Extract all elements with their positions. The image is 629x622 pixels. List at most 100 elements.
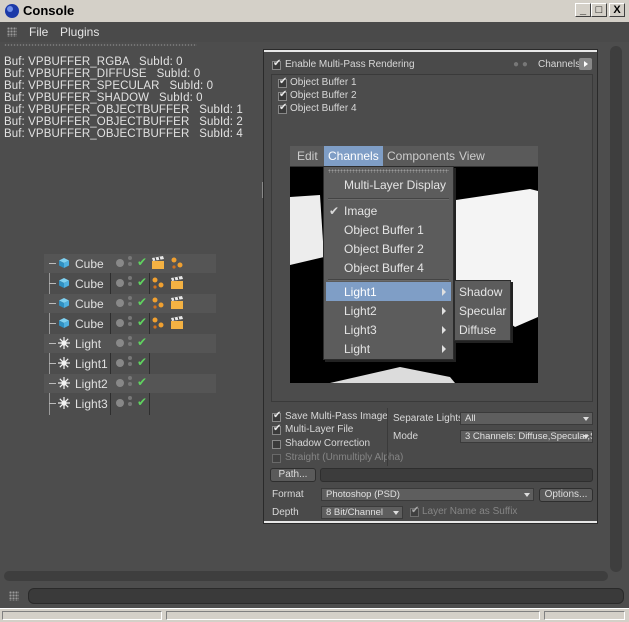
depth-select[interactable]: 8 Bit/Channel [321, 506, 403, 519]
enabled-check-icon[interactable]: ✔ [137, 355, 147, 369]
object-name[interactable]: Light3 [75, 397, 108, 411]
object-name[interactable]: Light [75, 337, 101, 351]
separate-lights-label: Separate Lights [393, 413, 464, 424]
path-button[interactable]: Path... [270, 468, 316, 482]
enabled-check-icon[interactable]: ✔ [137, 255, 147, 269]
channel-item[interactable]: Object Buffer 4 [290, 103, 357, 114]
format-select[interactable]: Photoshop (PSD) [321, 488, 534, 501]
menu-separator [328, 279, 449, 281]
channel-checkbox[interactable] [278, 89, 287, 101]
close-button[interactable]: X [609, 3, 625, 17]
menu-item-light[interactable]: Light [344, 342, 370, 356]
layer-color-dot[interactable] [116, 339, 124, 347]
horizontal-scrollbar[interactable] [4, 571, 608, 581]
menu-item-light1[interactable]: Light1 [344, 285, 377, 299]
vertical-scrollbar[interactable] [610, 46, 622, 572]
visibility-dots[interactable] [128, 256, 132, 270]
straight-alpha-checkbox[interactable] [272, 454, 281, 463]
object-name[interactable]: Light2 [75, 377, 108, 391]
object-name[interactable]: Cube [75, 297, 104, 311]
enabled-check-icon[interactable]: ✔ [137, 295, 147, 309]
material-tag-icon[interactable] [170, 256, 184, 270]
material-tag-icon[interactable] [151, 296, 165, 310]
submenu-item-specular[interactable]: Specular [459, 304, 506, 318]
clapper-tag-icon[interactable] [151, 256, 165, 270]
channel-checkbox[interactable] [278, 102, 287, 114]
object-manager-tree: Cube ✔ Cube ✔ Cube ✔ Cube ✔ Light ✔ Light1 ✔ Light2 ✔… [44, 254, 216, 415]
object-name[interactable]: Cube [75, 257, 104, 271]
enabled-check-icon[interactable]: ✔ [137, 315, 147, 329]
log-line: Buf: VPBUFFER_SHADOW SubId: 0 [4, 92, 203, 104]
visibility-dots[interactable] [128, 296, 132, 310]
visibility-dots[interactable] [128, 316, 132, 330]
menu-plugins[interactable]: Plugins [60, 25, 99, 39]
layer-color-dot[interactable] [116, 399, 124, 407]
options-button[interactable]: Options... [539, 488, 593, 502]
menu-item-light3[interactable]: Light3 [344, 323, 377, 337]
viewer-menu-view[interactable]: View [459, 149, 485, 163]
viewer-menu-components[interactable]: Components [387, 149, 455, 163]
clapper-tag-icon[interactable] [170, 316, 184, 330]
path-field[interactable] [320, 468, 593, 482]
object-row[interactable]: Cube ✔ [44, 314, 216, 333]
channels-menu-button[interactable] [579, 58, 592, 70]
object-row[interactable]: Cube ✔ [44, 294, 216, 313]
clapper-tag-icon[interactable] [170, 276, 184, 290]
object-row[interactable]: Cube ✔ [44, 274, 216, 293]
clapper-tag-icon[interactable] [170, 296, 184, 310]
save-multipass-checkbox[interactable] [272, 410, 281, 422]
menu-item-object-buffer-1[interactable]: Object Buffer 1 [344, 223, 424, 237]
object-name[interactable]: Cube [75, 277, 104, 291]
grip-icon[interactable] [7, 27, 17, 37]
channel-item[interactable]: Object Buffer 1 [290, 77, 357, 88]
menu-item-light2[interactable]: Light2 [344, 304, 377, 318]
layer-color-dot[interactable] [116, 319, 124, 327]
menu-file[interactable]: File [29, 25, 48, 39]
object-row[interactable]: Light3 ✔ [44, 394, 216, 413]
minimize-button[interactable]: _ [575, 3, 591, 17]
layer-color-dot[interactable] [116, 299, 124, 307]
object-row[interactable]: Cube ✔ [44, 254, 216, 273]
channel-checkbox[interactable] [278, 76, 287, 88]
material-tag-icon[interactable] [151, 276, 165, 290]
separate-lights-select[interactable]: All [460, 412, 593, 425]
object-row[interactable]: Light2 ✔ [44, 374, 216, 393]
viewer-menu-edit[interactable]: Edit [297, 149, 318, 163]
enabled-check-icon[interactable]: ✔ [137, 275, 147, 289]
shadow-correction-checkbox[interactable] [272, 440, 281, 449]
material-tag-icon[interactable] [151, 316, 165, 330]
menu-item-multi-layer-display[interactable]: Multi-Layer Display [344, 178, 446, 192]
object-row[interactable]: Light1 ✔ [44, 354, 216, 373]
submenu-arrow-icon [442, 307, 446, 315]
command-input[interactable] [28, 588, 624, 604]
mode-select[interactable]: 3 Channels: Diffuse,Specular,S [460, 430, 593, 443]
layer-color-dot[interactable] [116, 379, 124, 387]
enabled-check-icon[interactable]: ✔ [137, 395, 147, 409]
menu-item-image[interactable]: Image [344, 204, 377, 218]
object-name[interactable]: Cube [75, 317, 104, 331]
enabled-check-icon[interactable]: ✔ [137, 335, 147, 349]
channel-item[interactable]: Object Buffer 2 [290, 90, 357, 101]
visibility-dots[interactable] [128, 356, 132, 370]
menu-item-object-buffer-4[interactable]: Object Buffer 4 [344, 261, 424, 275]
layer-color-dot[interactable] [116, 279, 124, 287]
channel-tools-icon[interactable]: ● ● [513, 59, 528, 70]
visibility-dots[interactable] [128, 396, 132, 410]
submenu-item-shadow[interactable]: Shadow [459, 285, 502, 299]
submenu-item-diffuse[interactable]: Diffuse [459, 323, 496, 337]
object-row[interactable]: Light ✔ [44, 334, 216, 353]
enable-multipass-checkbox[interactable] [272, 58, 281, 70]
grip-icon[interactable] [9, 591, 19, 601]
maximize-button[interactable]: □ [591, 3, 607, 17]
object-name[interactable]: Light1 [75, 357, 108, 371]
viewer-menu-channels[interactable]: Channels [324, 146, 383, 166]
layer-color-dot[interactable] [116, 359, 124, 367]
visibility-dots[interactable] [128, 376, 132, 390]
menu-item-object-buffer-2[interactable]: Object Buffer 2 [344, 242, 424, 256]
layer-suffix-checkbox[interactable] [410, 505, 419, 517]
visibility-dots[interactable] [128, 276, 132, 290]
multilayer-file-checkbox[interactable] [272, 423, 281, 435]
enabled-check-icon[interactable]: ✔ [137, 375, 147, 389]
visibility-dots[interactable] [128, 336, 132, 350]
layer-color-dot[interactable] [116, 259, 124, 267]
